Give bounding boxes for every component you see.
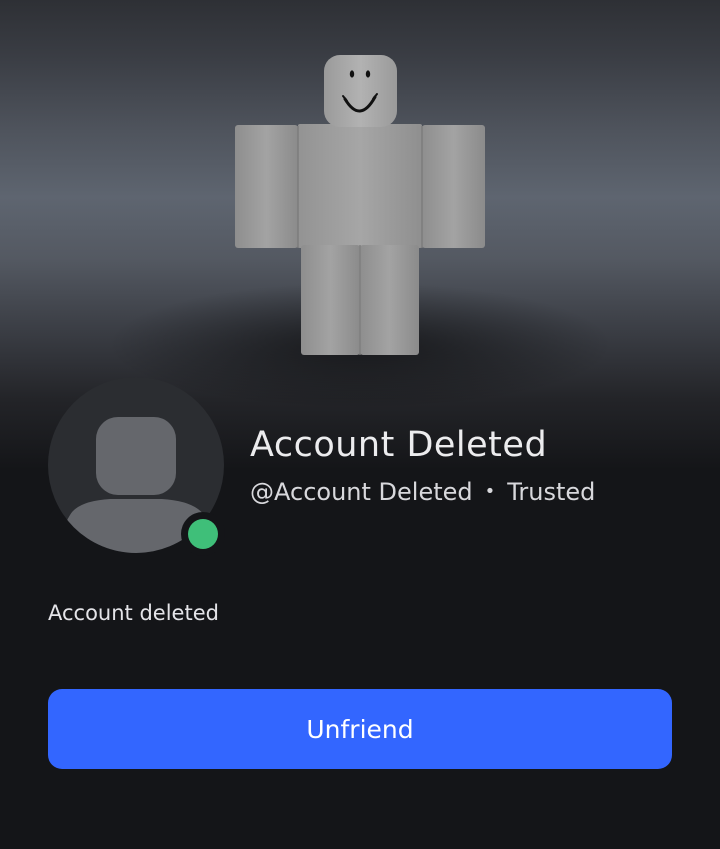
- profile-username: @Account Deleted: [250, 478, 473, 506]
- profile-about: Account deleted: [48, 601, 219, 625]
- profile-display-name: Account Deleted: [250, 425, 548, 465]
- avatar-right-arm: [422, 125, 485, 248]
- avatar-head: [324, 55, 397, 127]
- presence-dot-icon: [188, 519, 218, 549]
- profile-username-line: @Account Deleted • Trusted: [250, 476, 595, 508]
- unfriend-button[interactable]: Unfriend: [48, 689, 672, 769]
- online-status-indicator: [181, 512, 225, 556]
- avatar-left-arm: [235, 125, 298, 248]
- avatar-left-leg: [301, 245, 360, 355]
- avatar-right-leg: [360, 245, 419, 355]
- separator-dot: •: [484, 481, 496, 502]
- avatar-torso: [298, 124, 422, 248]
- trusted-badge: Trusted: [507, 478, 596, 506]
